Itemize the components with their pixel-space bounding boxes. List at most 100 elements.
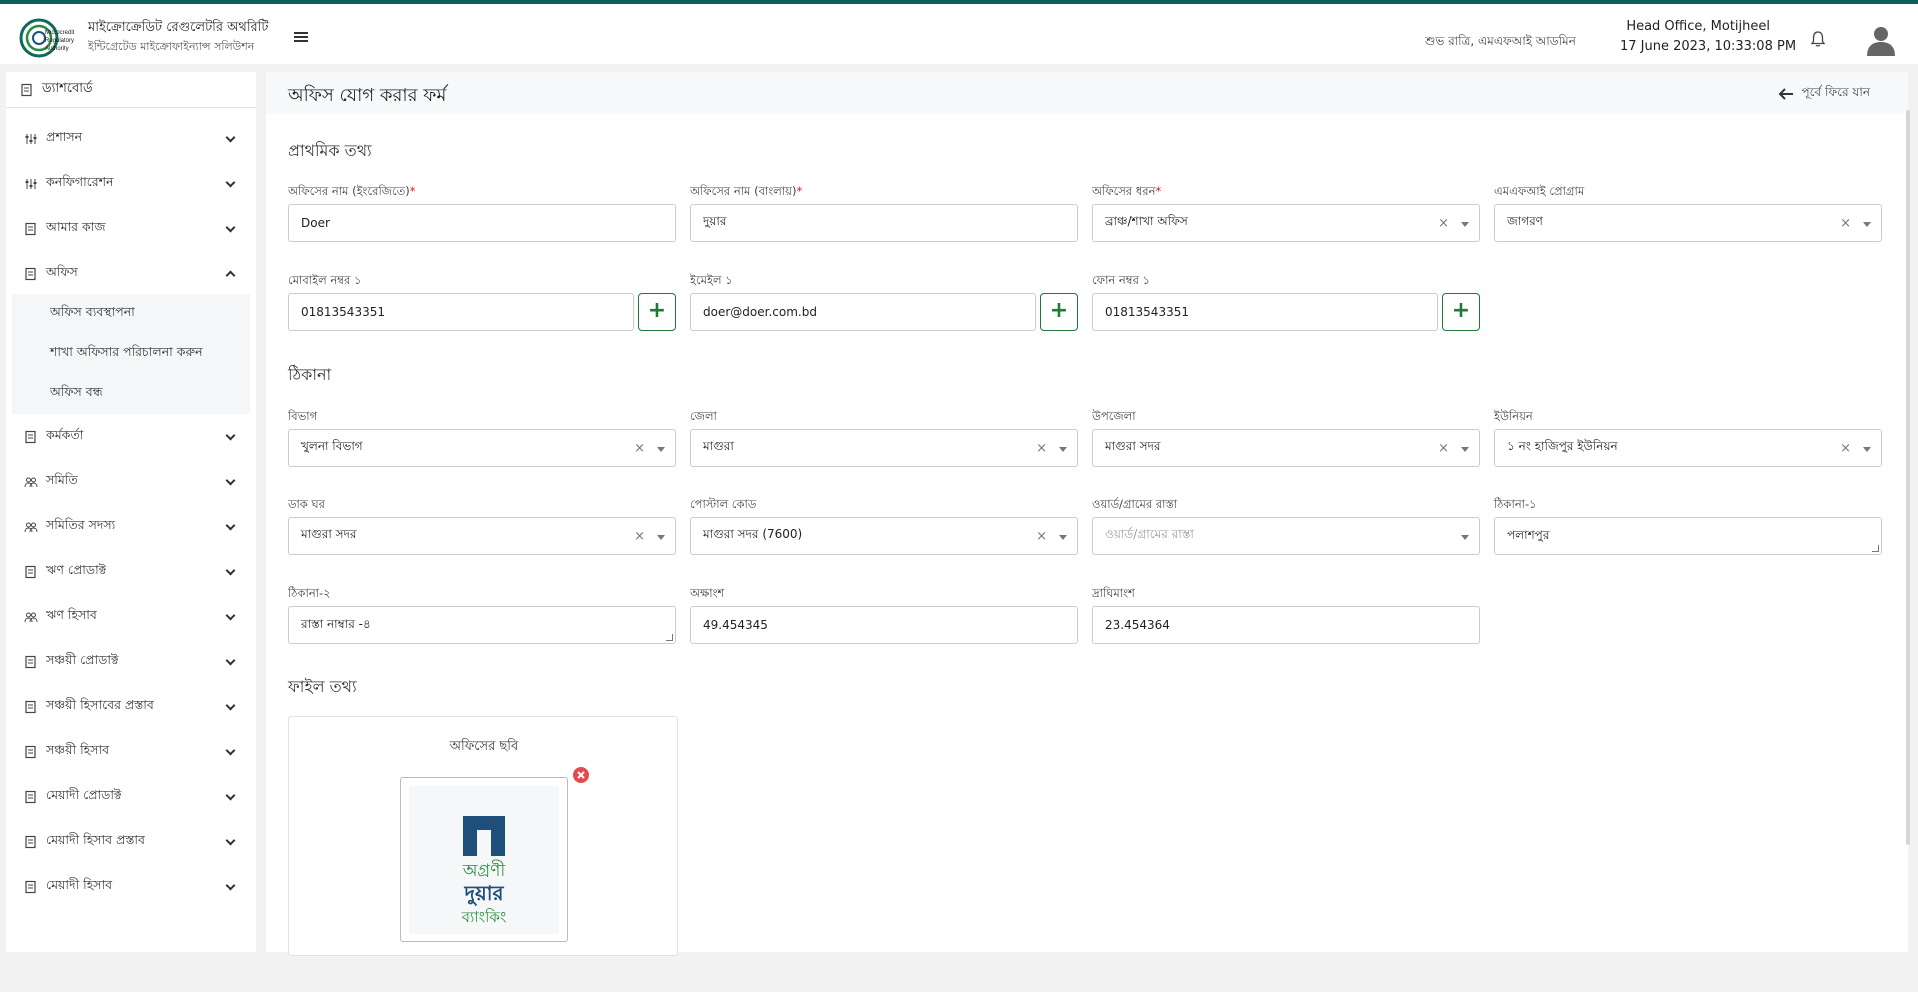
postal-code-value: মাগুরা সদর (7600) [703,527,803,541]
address1-textarea[interactable]: পলাশপুর [1494,517,1882,555]
sidebar-item-administration[interactable]: প্রশাসন [6,121,256,157]
address2-textarea[interactable]: রাস্তা নাম্বার -৪ [288,606,676,644]
division-select[interactable]: খুলনা বিভাগ × [288,429,676,467]
ward-road-select[interactable]: ওয়ার্ড/গ্রামের রাস্তা [1092,517,1480,555]
document-icon [25,565,36,579]
sidebar-item-label: সঞ্চয়ী হিসাবের প্রস্তাব [46,697,154,712]
sidebar-item-savings-proposal[interactable]: সঞ্চয়ী হিসাবের প্রস্তাব [6,689,256,725]
office-type-select[interactable]: ব্রাঞ্চ/শাখা অফিস × [1092,204,1480,242]
name-en-label: অফিসের নাম (ইংরেজিতে)* [288,184,416,198]
clear-icon[interactable]: × [1036,441,1047,456]
group-icon [24,522,38,533]
clear-icon[interactable]: × [1036,529,1047,544]
submenu-branch-officer[interactable]: শাখা অফিসার পরিচালনা করুন [50,344,203,364]
sidebar-item-my-work[interactable]: আমার কাজ [6,211,256,247]
caret-down-icon[interactable] [1461,222,1469,227]
post-office-label: ডাক ঘর [288,497,325,511]
name-en-input[interactable]: Doer [288,204,676,242]
user-avatar-icon[interactable] [1864,23,1898,57]
sidebar-item-configuration[interactable]: কনফিগারেশন [6,166,256,202]
office-image-preview[interactable]: অগ্রণী দুয়ার ব্যাংকিং [400,777,568,942]
post-office-select[interactable]: মাগুরা সদর × [288,517,676,555]
office-image-label: অফিসের ছবি [449,739,519,754]
chevron-down-icon [225,475,236,486]
upazila-value: মাগুরা সদর [1105,439,1161,453]
caret-down-icon[interactable] [1863,447,1871,452]
chevron-down-icon [225,700,236,711]
caret-down-icon[interactable] [1059,535,1067,540]
chevron-down-icon [225,835,236,846]
chevron-down-icon [225,610,236,621]
sidebar-item-savings-product[interactable]: সঞ্চয়ী প্রোডাক্ট [6,644,256,680]
bank-logo-mark [463,816,505,856]
app-header: Microcredit Regulatory Authority মাইক্রো… [0,4,1918,64]
caret-down-icon[interactable] [1461,447,1469,452]
sidebar-item-savings-account[interactable]: সঞ্চয়ী হিসাব [6,734,256,770]
clear-icon[interactable]: × [634,441,645,456]
mfi-program-select[interactable]: জাগরণ × [1494,204,1882,242]
mfi-program-value: জাগরণ [1507,214,1543,228]
caret-down-icon[interactable] [1461,535,1469,540]
office-image: অগ্রণী দুয়ার ব্যাংকিং [409,786,559,934]
section-basic-info: প্রাথমিক তথ্য [288,141,372,160]
sidebar-item-label: কর্মকর্তা [46,427,84,442]
email-label: ইমেইল ১ [690,273,733,287]
caret-down-icon[interactable] [1059,447,1067,452]
submenu-office-management[interactable]: অফিস ব্যবস্থাপনা [50,304,135,324]
menu-toggle-icon[interactable] [294,32,308,42]
back-button[interactable]: পূর্বে ফিরে যান [1778,84,1870,104]
longitude-input[interactable]: 23.454364 [1092,606,1480,644]
dashboard-icon [21,83,32,96]
district-select[interactable]: মাগুরা × [690,429,1078,467]
office-image-card: অফিসের ছবি অগ্রণী দুয়ার ব্যাংকিং [288,716,678,956]
page-scrollbar[interactable] [1906,110,1910,845]
sidebar-item-dashboard[interactable]: ড্যাশবোর্ড [6,72,256,108]
mobile-input[interactable]: 01813543351 [288,293,634,331]
sliders-icon [25,179,37,189]
clear-icon[interactable]: × [634,529,645,544]
add-mobile-button[interactable]: + [638,293,676,331]
sidebar-item-officer[interactable]: কর্মকর্তা [6,419,256,455]
logo-text-1: Microcredit [45,30,75,36]
add-phone-button[interactable]: + [1442,293,1480,331]
clear-icon[interactable]: × [1840,441,1851,456]
email-input[interactable]: doer@doer.com.bd [690,293,1036,331]
add-email-button[interactable]: + [1040,293,1078,331]
sidebar-item-label: সমিতির সদস্য [46,517,116,532]
sidebar-item-samity-member[interactable]: সমিতির সদস্য [6,509,256,545]
document-icon [25,267,36,281]
chevron-down-icon [225,655,236,666]
resize-handle-icon[interactable] [1872,545,1879,552]
office-info: Head Office, Motijheel 17 June 2023, 10:… [1620,17,1796,57]
resize-handle-icon[interactable] [666,634,673,641]
sidebar-item-term-product[interactable]: মেয়াদী প্রোডাক্ট [6,779,256,815]
remove-image-icon[interactable] [573,767,589,783]
union-select[interactable]: ১ নং হাজিপুর ইউনিয়ন × [1494,429,1882,467]
clear-icon[interactable]: × [1840,216,1851,231]
chevron-down-icon [225,790,236,801]
sidebar-item-term-account[interactable]: মেয়াদী হিসাব [6,869,256,905]
latitude-input[interactable]: 49.454345 [690,606,1078,644]
upazila-select[interactable]: মাগুরা সদর × [1092,429,1480,467]
sidebar-item-loan-product[interactable]: ঋণ প্রোডাক্ট [6,554,256,590]
phone-input[interactable]: 01813543351 [1092,293,1438,331]
ward-road-placeholder: ওয়ার্ড/গ্রামের রাস্তা [1105,527,1194,541]
address1-label: ঠিকানা-১ [1494,497,1537,511]
sidebar-item-samity[interactable]: সমিতি [6,464,256,500]
caret-down-icon[interactable] [657,535,665,540]
mra-logo: Microcredit Regulatory Authority [19,18,75,58]
name-bn-input[interactable]: দুয়ার [690,204,1078,242]
clear-icon[interactable]: × [1438,441,1449,456]
address2-value: রাস্তা নাম্বার -৪ [301,617,371,631]
submenu-office-close[interactable]: অফিস বন্ধ [50,384,103,404]
sidebar-item-loan-account[interactable]: ঋণ হিসাব [6,599,256,635]
clear-icon[interactable]: × [1438,216,1449,231]
bell-icon[interactable] [1809,30,1827,48]
sidebar-item-term-proposal[interactable]: মেয়াদী হিসাব প্রস্তাব [6,824,256,860]
office-type-label: অফিসের ধরন* [1092,184,1162,198]
sidebar-item-office[interactable]: অফিস [6,256,256,292]
arrow-left-icon [1778,88,1793,100]
caret-down-icon[interactable] [1863,222,1871,227]
postal-code-select[interactable]: মাগুরা সদর (7600) × [690,517,1078,555]
caret-down-icon[interactable] [657,447,665,452]
